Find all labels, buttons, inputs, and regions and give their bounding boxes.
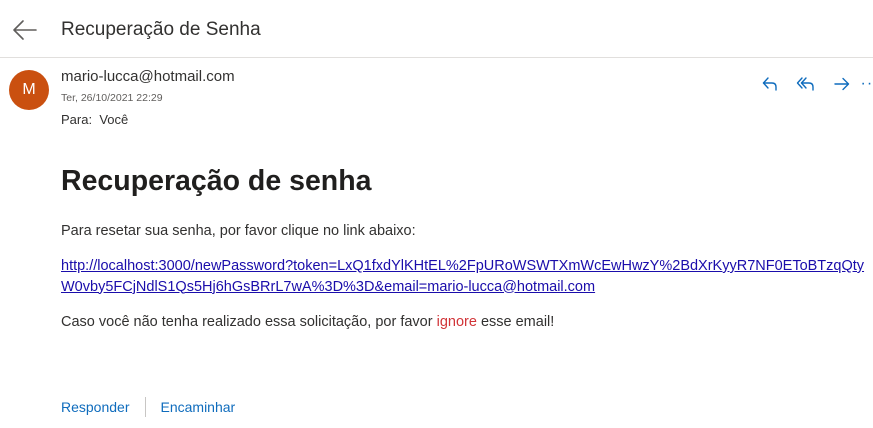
message-actions: ··· bbox=[752, 73, 873, 95]
closing-highlight: ignore bbox=[436, 314, 477, 330]
body-closing: Caso você não tenha realizado essa solic… bbox=[61, 314, 871, 330]
message-body: Recuperação de senha Para resetar sua se… bbox=[61, 162, 871, 330]
forward-button[interactable]: Encaminhar bbox=[161, 399, 236, 415]
reset-password-link[interactable]: http://localhost:3000/newPassword?token=… bbox=[61, 256, 871, 297]
recipients-line: Para: Você bbox=[61, 112, 128, 127]
closing-text-before: Caso você não tenha realizado essa solic… bbox=[61, 314, 437, 330]
body-heading: Recuperação de senha bbox=[61, 165, 372, 197]
closing-text-after: esse email! bbox=[476, 314, 555, 330]
to-label: Para: bbox=[61, 112, 93, 127]
footer-divider bbox=[144, 397, 146, 417]
arrow-left-icon[interactable] bbox=[12, 18, 38, 42]
message-date: Ter, 26/10/2021 22:29 bbox=[61, 92, 163, 104]
message-header: Recuperação de Senha bbox=[0, 0, 873, 58]
body-intro: Para resetar sua senha, por favor clique… bbox=[61, 223, 416, 239]
reply-all-icon[interactable] bbox=[788, 73, 824, 95]
reply-icon[interactable] bbox=[752, 73, 788, 95]
sender-address[interactable]: mario-lucca@hotmail.com bbox=[61, 68, 235, 85]
to-recipient[interactable]: Você bbox=[99, 112, 128, 127]
forward-icon[interactable] bbox=[824, 73, 860, 95]
reply-button[interactable]: Responder bbox=[61, 399, 130, 415]
message-footer: Responder Encaminhar bbox=[61, 397, 235, 417]
more-icon[interactable]: ··· bbox=[860, 73, 873, 95]
avatar[interactable]: M bbox=[9, 70, 49, 110]
page-title: Recuperação de Senha bbox=[61, 19, 261, 40]
